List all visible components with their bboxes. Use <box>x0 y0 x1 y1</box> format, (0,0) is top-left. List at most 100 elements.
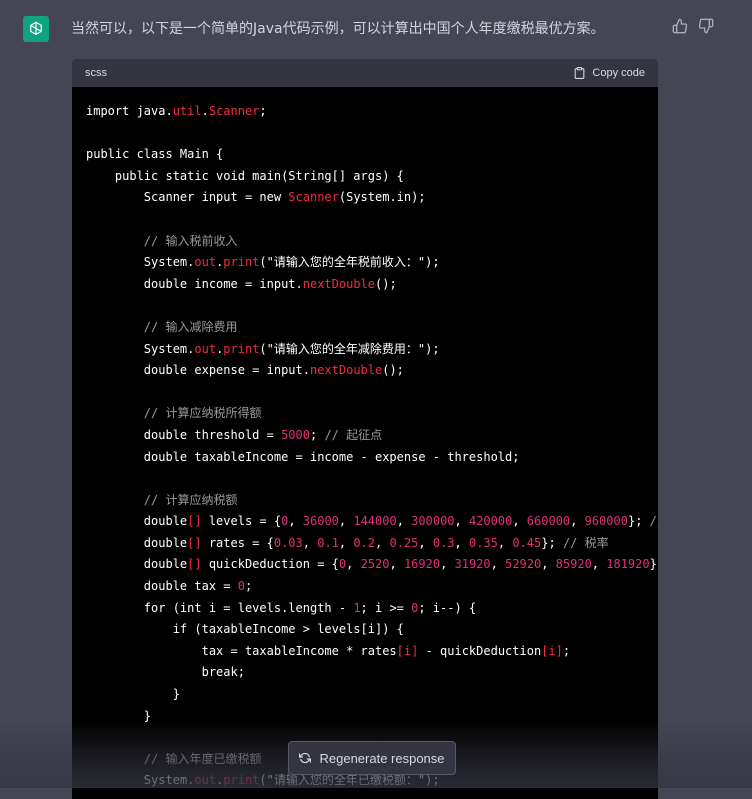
code-token: break; <box>86 665 245 680</box>
code-token: 2520 <box>360 557 390 572</box>
code-token: , <box>591 557 607 572</box>
code-token: 144000 <box>353 514 397 529</box>
code-token: 52920 <box>505 557 542 572</box>
code-block: scss Copy code import java.util.Scanner;… <box>72 59 658 799</box>
code-token: 0.2 <box>353 535 376 550</box>
code-token: , <box>338 514 354 529</box>
code-token: nextDouble <box>302 276 375 291</box>
code-token: 5000 <box>281 427 310 442</box>
assistant-avatar <box>23 16 49 42</box>
clipboard-icon <box>575 67 585 79</box>
code-token: [] <box>187 514 202 529</box>
code-token: [i] <box>396 643 419 658</box>
code-token: 660000 <box>526 514 571 529</box>
code-token: ; <box>562 643 571 658</box>
code-token: 1 <box>353 600 361 615</box>
code-token: . <box>201 104 209 118</box>
code-line: System.out.print("请输入您的全年减除费用："); <box>86 339 658 361</box>
code-token: if (taxableIncome > levels[i]) { <box>86 622 404 637</box>
code-line: double[] quickDeduction = {0, 2520, 1692… <box>86 554 658 576</box>
code-token: (); <box>382 363 404 378</box>
code-line: // 计算应纳税额 <box>86 490 658 512</box>
code-token: 181920 <box>606 557 650 572</box>
regenerate-response-button[interactable]: Regenerate response <box>288 741 456 775</box>
code-line: double income = input.nextDouble(); <box>86 274 658 296</box>
code-token: ("请输入您的全年已缴税额："); <box>259 773 440 788</box>
code-token: 0.35 <box>469 535 498 550</box>
code-token: ; i--) { <box>418 600 477 615</box>
code-token: double income = input. <box>86 276 303 291</box>
code-token: ; <box>244 579 253 594</box>
code-line: break; <box>86 662 658 684</box>
code-token: , <box>288 514 303 529</box>
code-line: tax = taxableIncome * rates[i] - quickDe… <box>86 641 658 663</box>
code-token: System. <box>86 773 195 788</box>
code-line: double taxableIncome = income - expense … <box>86 447 658 469</box>
code-token: , <box>541 557 556 572</box>
code-token: // 计算应纳税额 <box>86 492 238 507</box>
code-token: }; <box>541 535 563 550</box>
code-token: double taxableIncome = income - expense … <box>86 449 520 464</box>
thumbs-down-icon[interactable] <box>698 18 714 34</box>
code-token: import java. <box>86 104 173 118</box>
code-line: // 输入减除费用 <box>86 317 658 339</box>
code-line: public static void main(String[] args) { <box>86 166 658 188</box>
code-token: out <box>194 773 217 788</box>
code-line: } <box>86 684 658 706</box>
code-token: 0.45 <box>512 535 542 550</box>
code-token: , <box>512 514 527 529</box>
openai-logo-icon <box>30 21 42 35</box>
code-token: double <box>86 557 188 572</box>
code-token: double expense = input. <box>86 363 310 378</box>
code-token: , <box>570 514 585 529</box>
code-token: [] <box>187 535 202 550</box>
code-token: , <box>497 535 513 550</box>
code-token: (); <box>375 276 397 291</box>
code-token: 16920 <box>403 557 441 572</box>
code-token: util <box>172 104 202 118</box>
code-line: // 计算应纳税所得额 <box>86 403 658 425</box>
code-line: public class Main { <box>86 144 658 166</box>
code-token: print <box>223 341 260 356</box>
code-token: , <box>440 557 455 572</box>
copy-code-button[interactable]: Copy code <box>573 66 645 80</box>
code-token: double tax = <box>86 579 238 594</box>
code-token: 0 <box>237 579 245 594</box>
code-token: // 输入税前收入 <box>86 233 238 248</box>
code-token: levels = { <box>201 514 282 529</box>
code-token: // 级 <box>649 514 658 529</box>
code-token: } <box>86 687 180 702</box>
code-token: ("请输入您的全年减除费用："); <box>259 341 440 356</box>
code-line: double[] rates = {0.03, 0.1, 0.2, 0.25, … <box>86 533 658 555</box>
code-token: (System.in); <box>338 190 426 205</box>
code-token: , <box>454 535 469 550</box>
code-content: import java.util. Scanner; public class Ma… <box>72 87 658 792</box>
code-token: 85920 <box>555 557 592 572</box>
code-token: quickDeduction = { <box>201 557 339 572</box>
code-token: double <box>86 514 188 529</box>
code-token: // 税率 <box>562 535 609 550</box>
code-token: Scanner input = new <box>86 190 289 205</box>
code-line: System.out.print("请输入您的全年税前收入："); <box>86 252 658 274</box>
code-token: double <box>86 535 188 550</box>
code-line: } <box>86 706 658 728</box>
code-token: , <box>346 557 361 572</box>
code-token: Scanner <box>288 190 339 205</box>
thumbs-up-icon[interactable] <box>672 18 688 34</box>
code-token: public static void main(String[] args) { <box>86 168 404 183</box>
copy-code-label: Copy code <box>592 67 645 79</box>
code-token: , <box>338 535 354 550</box>
code-token: // 起征点 <box>324 427 383 442</box>
code-token: , <box>490 557 506 572</box>
code-token: [i] <box>541 643 563 658</box>
code-line: double[] levels = {0, 36000, 144000, 300… <box>86 511 658 533</box>
code-token: ("请输入您的全年税前收入："); <box>259 255 440 270</box>
code-token: 0.03 <box>273 535 303 550</box>
code-token: for (int i = levels.length - <box>86 600 354 615</box>
code-token: 300000 <box>411 514 455 529</box>
code-token: 0.3 <box>432 535 455 550</box>
code-line: if (taxableIncome > levels[i]) { <box>86 619 658 641</box>
